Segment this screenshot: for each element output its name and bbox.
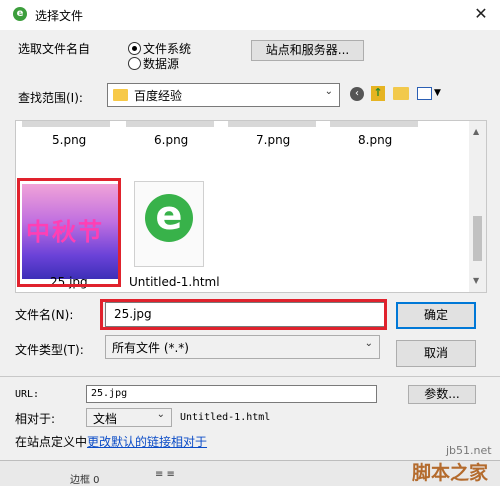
cancel-button[interactable]: 取消	[396, 340, 476, 367]
look-in-value: 百度经验	[134, 89, 183, 103]
source-label: 选取文件名自	[18, 42, 91, 56]
watermark-site: jb51.net	[446, 444, 492, 457]
file-item-5-png[interactable]: 5.png	[52, 133, 86, 147]
dreamweaver-icon: e	[13, 7, 27, 21]
watermark-name: 脚本之家	[412, 462, 489, 484]
file-item-6-png[interactable]: 6.png	[154, 133, 188, 147]
document-name: Untitled-1.html	[180, 412, 271, 423]
relative-label: 相对于:	[15, 412, 56, 426]
ok-button[interactable]: 确定	[396, 302, 476, 329]
select-file-dialog: e 选择文件 ✕ 选取文件名自 文件系统 数据源 站点和服务器... 查找范围(…	[0, 0, 500, 486]
file-item-8-png[interactable]: 8.png	[358, 133, 392, 147]
back-icon[interactable]: ‹	[350, 87, 364, 101]
url-input[interactable]: 25.jpg	[86, 385, 377, 403]
up-folder-icon[interactable]: ↑	[371, 86, 385, 101]
dialog-title: 选择文件	[35, 9, 84, 23]
highlight-filename	[100, 299, 387, 330]
thumb-edge	[126, 121, 214, 127]
chevron-down-icon: ⌄	[364, 338, 373, 349]
change-default-link[interactable]: 更改默认的链接相对于	[87, 435, 207, 449]
new-folder-icon[interactable]	[393, 87, 409, 100]
url-label: URL:	[15, 389, 40, 400]
look-in-select[interactable]: 百度经验 ⌄	[107, 83, 340, 107]
scroll-up-icon[interactable]: ▲	[473, 127, 479, 136]
html-file-icon[interactable]: e	[134, 181, 204, 267]
filename-label: 文件名(N):	[15, 308, 74, 322]
relative-select[interactable]: 文档 ⌄	[86, 408, 172, 427]
scroll-down-icon[interactable]: ▼	[473, 276, 479, 285]
file-item-7-png[interactable]: 7.png	[256, 133, 290, 147]
url-value: 25.jpg	[91, 388, 128, 399]
divider	[0, 376, 500, 377]
close-button[interactable]: ✕	[470, 3, 492, 25]
file-item-untitled-html[interactable]: Untitled-1.html	[129, 275, 220, 289]
filetype-label: 文件类型(T):	[15, 343, 84, 357]
parameters-button[interactable]: 参数...	[408, 385, 476, 404]
thumb-edge	[330, 121, 418, 127]
title-bar: e 选择文件 ✕	[0, 0, 500, 30]
radio-data-source-label: 数据源	[143, 57, 180, 71]
sites-servers-button[interactable]: 站点和服务器...	[251, 40, 364, 61]
site-hint-prefix: 在站点定义中	[15, 435, 88, 449]
relative-value: 文档	[93, 412, 118, 426]
thumb-edge	[228, 121, 316, 127]
border-label: 边框 0	[70, 475, 100, 486]
site-definition-hint: 在站点定义中更改默认的链接相对于	[15, 433, 207, 450]
chevron-down-icon: ⌄	[156, 409, 165, 420]
file-list-scrollbar[interactable]: ▲ ▼	[469, 121, 486, 292]
folder-icon	[113, 89, 128, 101]
thumb-edge	[22, 121, 110, 127]
filetype-select[interactable]: 所有文件 (*.*) ⌄	[105, 335, 380, 359]
look-in-label: 查找范围(I):	[18, 91, 83, 105]
view-menu-arrow-icon[interactable]: ▼	[434, 88, 441, 98]
filetype-value: 所有文件 (*.*)	[112, 341, 189, 355]
view-menu-icon[interactable]	[417, 87, 432, 100]
chevron-down-icon: ⌄	[324, 86, 333, 97]
align-icon: ≡ ≡	[155, 469, 175, 480]
radio-data-source[interactable]	[128, 57, 141, 70]
ie-logo-icon: e	[145, 194, 193, 242]
highlight-selected-file	[17, 178, 121, 287]
scroll-thumb[interactable]	[473, 216, 482, 261]
radio-file-system[interactable]	[128, 42, 141, 55]
